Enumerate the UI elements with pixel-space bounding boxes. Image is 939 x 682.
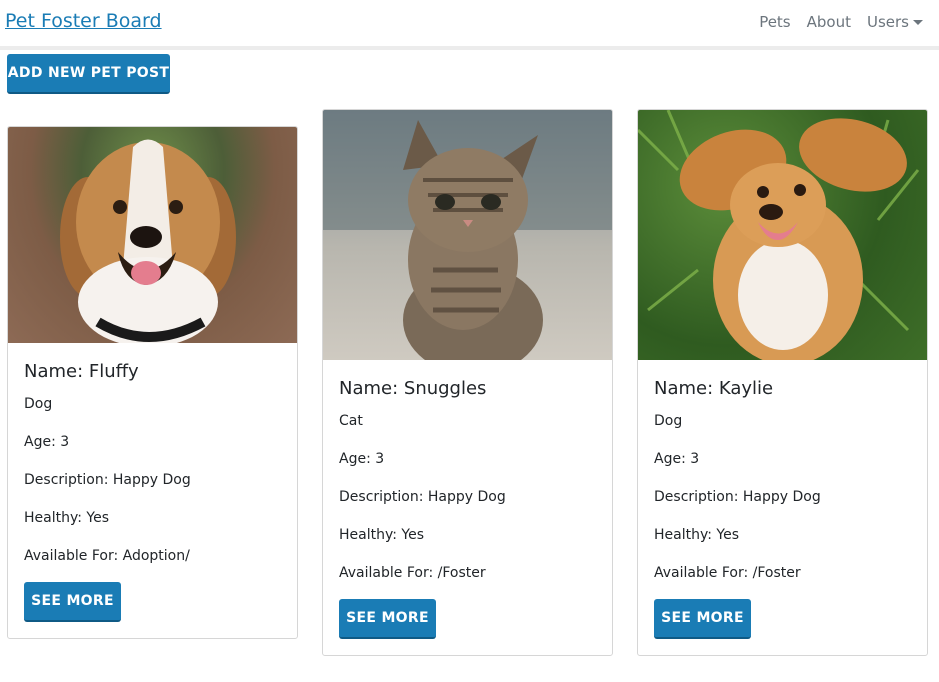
pet-photo bbox=[8, 127, 297, 343]
pet-age: Age: 3 bbox=[339, 451, 385, 467]
nav-users-label: Users bbox=[866, 13, 909, 31]
pet-available: Available For: /Foster bbox=[654, 565, 801, 581]
pet-photo bbox=[638, 110, 927, 360]
nav-pets-link[interactable]: Pets bbox=[759, 13, 790, 31]
nav-about-link[interactable]: About bbox=[807, 13, 851, 31]
navbar: Pet Foster Board Pets About Users bbox=[0, 0, 939, 50]
pet-species: Cat bbox=[339, 413, 363, 429]
nav-links: Pets About Users bbox=[759, 13, 923, 31]
see-more-button[interactable]: SEE MORE bbox=[339, 599, 436, 639]
pet-healthy: Healthy: Yes bbox=[654, 527, 740, 543]
pet-card: Name: Snuggles Cat Age: 3 Description: H… bbox=[322, 109, 613, 656]
brand-link[interactable]: Pet Foster Board bbox=[5, 10, 162, 32]
pet-description: Description: Happy Dog bbox=[339, 489, 506, 505]
pet-photo bbox=[323, 110, 612, 360]
pet-available: Available For: Adoption/ bbox=[24, 548, 190, 564]
pet-available: Available For: /Foster bbox=[339, 565, 486, 581]
kitten-image bbox=[323, 110, 612, 360]
pet-age: Age: 3 bbox=[24, 434, 70, 450]
pet-healthy: Healthy: Yes bbox=[339, 527, 425, 543]
pet-name: Name: Fluffy bbox=[24, 361, 139, 382]
nav-users-dropdown[interactable]: Users bbox=[867, 13, 923, 31]
card-body: Name: Kaylie Dog Age: 3 Description: Hap… bbox=[638, 360, 927, 655]
see-more-button[interactable]: SEE MORE bbox=[24, 582, 121, 622]
pet-card: Name: Kaylie Dog Age: 3 Description: Hap… bbox=[637, 109, 928, 656]
pet-name: Name: Kaylie bbox=[654, 378, 774, 399]
pet-healthy: Healthy: Yes bbox=[24, 510, 110, 526]
pet-description: Description: Happy Dog bbox=[654, 489, 821, 505]
card-body: Name: Snuggles Cat Age: 3 Description: H… bbox=[323, 360, 612, 655]
see-more-button[interactable]: SEE MORE bbox=[654, 599, 751, 639]
pet-age: Age: 3 bbox=[654, 451, 700, 467]
pet-species: Dog bbox=[654, 413, 683, 429]
pet-species: Dog bbox=[24, 396, 53, 412]
pet-card: Name: Fluffy Dog Age: 3 Description: Hap… bbox=[7, 126, 298, 639]
pet-description: Description: Happy Dog bbox=[24, 472, 191, 488]
caret-down-icon bbox=[913, 20, 923, 25]
pet-name: Name: Snuggles bbox=[339, 378, 487, 399]
card-body: Name: Fluffy Dog Age: 3 Description: Hap… bbox=[8, 343, 297, 638]
beagle-image bbox=[60, 139, 236, 343]
add-new-pet-post-button[interactable]: ADD NEW PET POST bbox=[7, 54, 170, 94]
spaniel-image bbox=[638, 110, 920, 360]
